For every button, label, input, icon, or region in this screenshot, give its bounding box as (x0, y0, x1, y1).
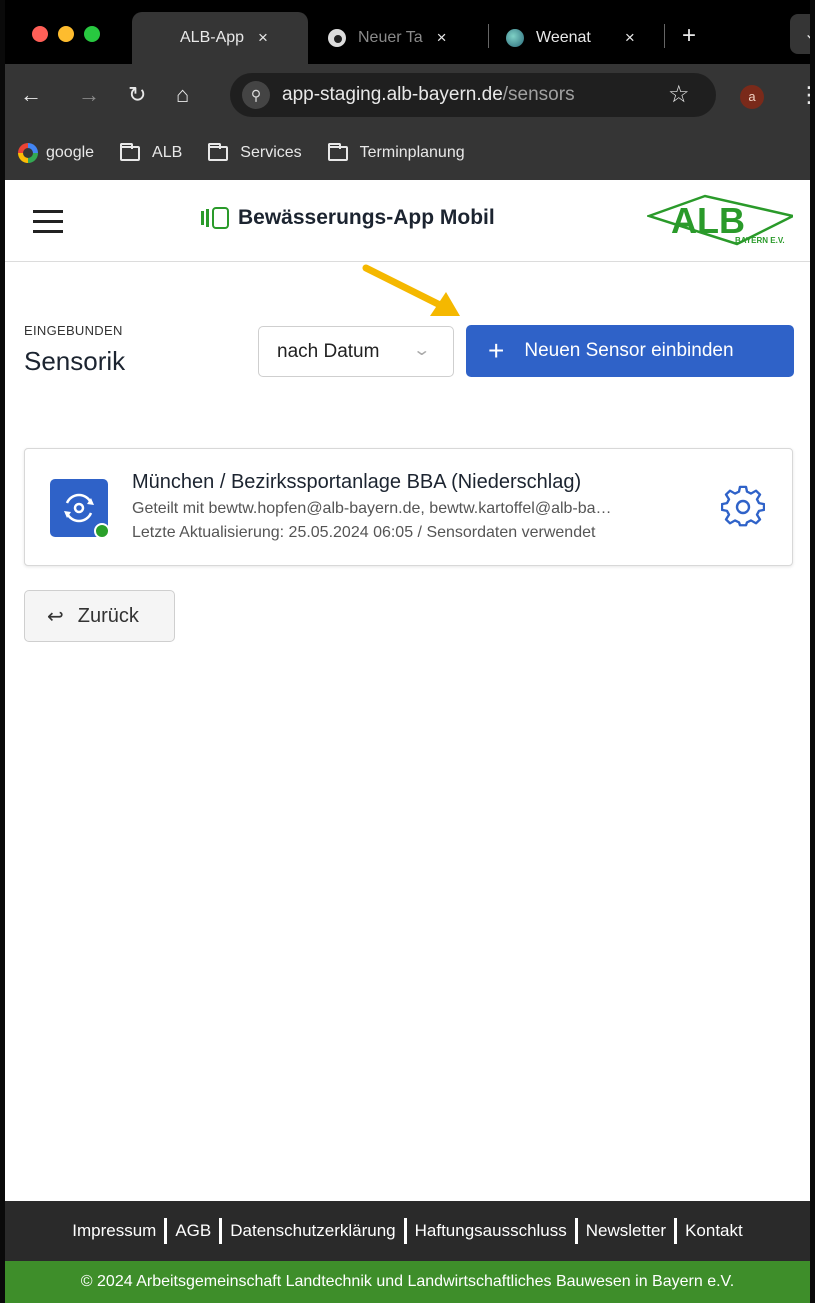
add-sensor-button[interactable]: + Neuen Sensor einbinden (466, 325, 794, 377)
reload-icon[interactable]: ↻ (128, 82, 146, 108)
google-icon (18, 143, 38, 163)
chevron-down-icon: ⌄ (412, 342, 432, 359)
footer-divider (674, 1218, 678, 1244)
footer-links: Impressum AGB Datenschutzerklärung Haftu… (5, 1201, 810, 1261)
folder-icon (327, 142, 348, 161)
site-settings-icon[interactable]: ⚲ (242, 81, 270, 109)
new-tab-button[interactable]: + (682, 22, 696, 50)
forward-arrow-icon[interactable]: → (78, 82, 100, 108)
footer-link-impressum[interactable]: Impressum (72, 1221, 156, 1241)
tab-title: Neuer Ta (358, 29, 423, 46)
tab-strip: ALB-App × Neuer Ta × Weenat × + ⌄ (0, 0, 815, 64)
chrome-icon (328, 29, 346, 47)
footer-link-agb[interactable]: AGB (175, 1221, 211, 1241)
svg-text:ALB: ALB (671, 200, 745, 241)
footer-divider (219, 1218, 223, 1244)
back-button[interactable]: ↩ Zurück (24, 590, 175, 642)
hamburger-menu-icon[interactable] (33, 210, 63, 233)
footer-link-datenschutz[interactable]: Datenschutzerklärung (230, 1221, 395, 1241)
bookmark-google[interactable]: google (18, 143, 94, 163)
sort-select[interactable]: nach Datum ⌄ (258, 326, 454, 377)
browser-chrome: ALB-App × Neuer Ta × Weenat × + ⌄ ← → ↻ … (0, 0, 815, 180)
footer-divider (574, 1218, 578, 1244)
sensor-card[interactable]: München / Bezirkssportanlage BBA (Nieder… (24, 448, 793, 566)
app-header: Bewässerungs-App Mobil ALB BAYERN E.V. (5, 180, 810, 262)
footer-divider (164, 1218, 168, 1244)
svg-text:BAYERN E.V.: BAYERN E.V. (735, 236, 785, 245)
bookmark-label: ALB (152, 144, 183, 161)
home-icon[interactable]: ⌂ (176, 82, 189, 108)
close-tab-icon[interactable]: × (258, 28, 268, 48)
maximize-window-button[interactable] (84, 26, 100, 42)
tab-alb-app[interactable]: ALB-App × (132, 12, 308, 64)
bookmark-folder-terminplanung[interactable]: Terminplanung (327, 142, 465, 162)
profile-avatar[interactable]: a (740, 85, 764, 109)
bookmark-label: Terminplanung (359, 144, 465, 161)
tab-new-tab[interactable]: Neuer Ta × (322, 12, 482, 64)
sensor-shared-with: Geteilt mit bewtw.hopfen@alb-bayern.de, … (132, 500, 612, 517)
sort-select-value: nach Datum (277, 341, 380, 362)
phone-vibrate-icon (201, 207, 231, 229)
annotation-arrow (362, 264, 460, 316)
tab-separator (488, 24, 489, 48)
url-text[interactable]: app-staging.alb-bayern.de/sensors (282, 84, 575, 106)
browser-toolbar: ← → ↻ ⌂ ⚲ app-staging.alb-bayern.de/sens… (0, 64, 815, 126)
app-title: Bewässerungs-App Mobil (201, 206, 495, 230)
page-title: Sensorik (24, 346, 126, 376)
footer-link-kontakt[interactable]: Kontakt (685, 1221, 743, 1241)
sensor-icon (50, 479, 110, 539)
bookmark-label: Services (240, 144, 302, 161)
browser-menu-icon[interactable]: ⋮ (798, 82, 815, 108)
footer-copyright: © 2024 Arbeitsgemeinschaft Landtechnik u… (5, 1261, 810, 1303)
gear-icon[interactable] (721, 485, 765, 529)
footer-divider (403, 1218, 407, 1244)
bookmark-folder-alb[interactable]: ALB (120, 142, 183, 162)
footer-link-newsletter[interactable]: Newsletter (586, 1221, 666, 1241)
add-sensor-button-label: Neuen Sensor einbinden (524, 340, 734, 361)
alb-logo[interactable]: ALB BAYERN E.V. (647, 194, 793, 250)
tab-title: Weenat (536, 29, 591, 46)
bookmark-label: google (46, 144, 95, 161)
sensor-name[interactable]: München / Bezirkssportanlage BBA (Nieder… (132, 471, 581, 494)
tab-title: ALB-App (180, 29, 245, 46)
address-bar[interactable]: ⚲ app-staging.alb-bayern.de/sensors ☆ (230, 73, 716, 117)
section-kicker: EINGEBUNDEN (24, 323, 123, 338)
footer-link-haftungsausschluss[interactable]: Haftungsausschluss (415, 1221, 567, 1241)
back-arrow-icon[interactable]: ← (20, 82, 42, 108)
tab-weenat[interactable]: Weenat × (500, 12, 660, 64)
undo-arrow-icon: ↩ (47, 605, 64, 628)
folder-icon (120, 142, 141, 161)
bookmark-star-icon[interactable]: ☆ (668, 80, 690, 109)
close-tab-icon[interactable]: × (625, 28, 635, 48)
chevron-down-icon: ⌄ (804, 26, 815, 43)
minimize-window-button[interactable] (58, 26, 74, 42)
close-window-button[interactable] (32, 26, 48, 42)
tab-separator (664, 24, 665, 48)
plus-icon: + (488, 335, 505, 366)
back-button-label: Zurück (77, 604, 139, 627)
weenat-favicon-icon (506, 29, 524, 47)
tab-search-button[interactable]: ⌄ (790, 14, 815, 54)
bookmark-folder-services[interactable]: Services (208, 142, 302, 162)
sensor-last-update: Letzte Aktualisierung: 25.05.2024 06:05 … (132, 524, 596, 541)
folder-icon (208, 142, 229, 161)
status-online-indicator (94, 523, 110, 539)
bookmarks-bar: google ALB Services Terminplanung (0, 126, 815, 180)
close-tab-icon[interactable]: × (437, 28, 447, 48)
